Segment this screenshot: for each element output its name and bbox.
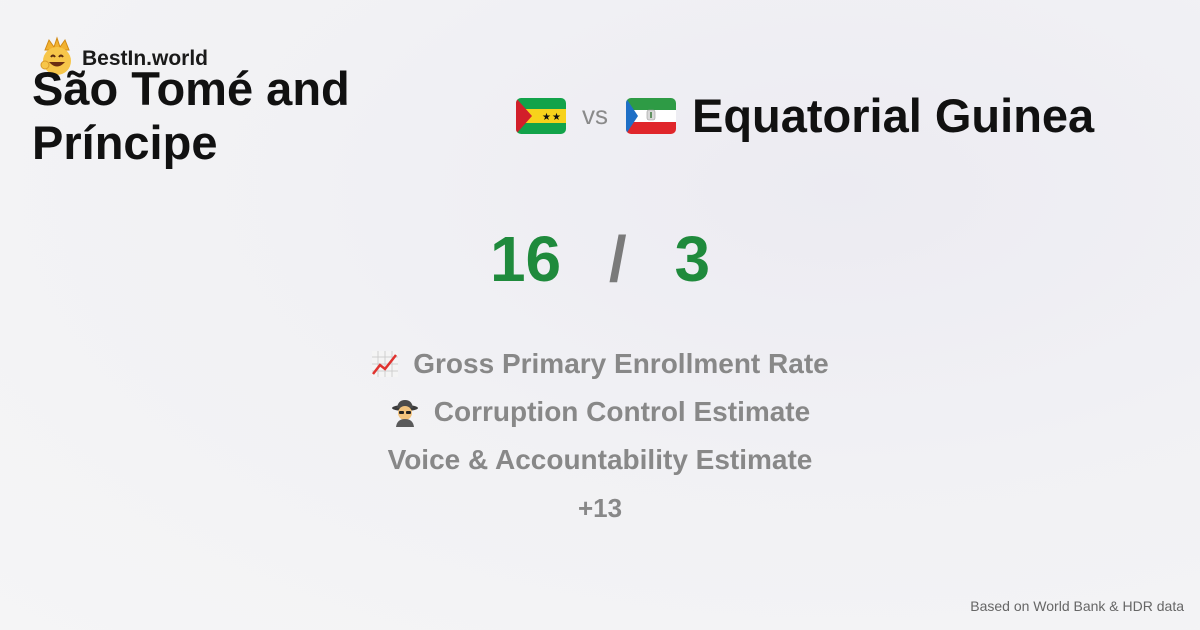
svg-text:★: ★ [542,112,551,123]
metric-label: Gross Primary Enrollment Rate [413,348,829,379]
comparison-header: ★ ★ vs Equatorial Guinea [516,88,1094,143]
metric-item: Voice & Accountability Estimate [0,436,1200,484]
score-separator: / [608,223,627,295]
equatorial-guinea-flag-icon [626,97,676,134]
metric-item: Corruption Control Estimate [0,388,1200,436]
metrics-list: Gross Primary Enrollment Rate Corruption… [0,340,1200,532]
metric-label: Voice & Accountability Estimate [387,444,813,475]
svg-text:★: ★ [552,112,561,123]
vs-label: vs [582,100,608,130]
sao-tome-flag-icon: ★ ★ [516,97,566,134]
right-score: 3 [674,223,711,295]
data-source-note: Based on World Bank & HDR data [970,598,1184,614]
left-country-name: São Tomé and Príncipe [32,62,350,169]
chart-increasing-icon [372,351,399,377]
metric-label: Corruption Control Estimate [433,396,811,427]
score-display: 16 / 3 [0,222,1200,296]
spy-icon [391,400,418,427]
right-country-name: Equatorial Guinea [692,89,1095,142]
more-label: +13 [577,493,623,523]
left-score: 16 [489,223,562,295]
metric-item: Gross Primary Enrollment Rate [0,340,1200,388]
more-metrics-count: +13 [0,484,1200,532]
